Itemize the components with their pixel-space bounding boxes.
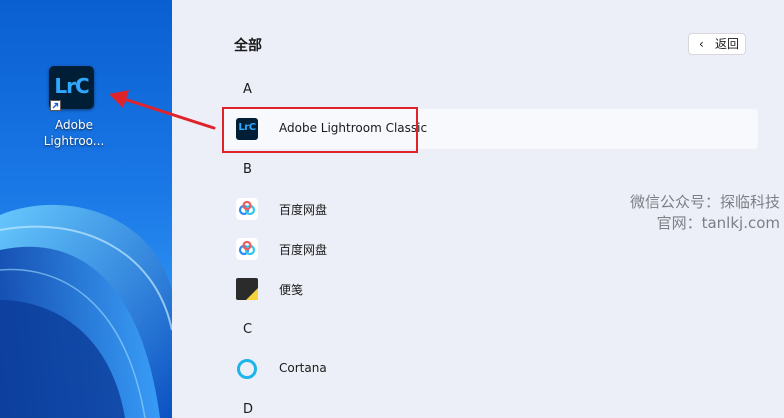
group-letter-c[interactable]: C <box>243 322 252 337</box>
wallpaper-bloom-art <box>0 204 172 418</box>
app-label: 百度网盘 <box>279 243 328 257</box>
app-label: 便笺 <box>279 283 304 297</box>
group-letter-d[interactable]: D <box>243 402 253 417</box>
watermark-line-2: 官网：tanlkj.com <box>656 214 780 232</box>
app-label: 百度网盘 <box>279 203 328 217</box>
lrc-icon-text: LrC <box>54 74 89 98</box>
cortana-icon <box>236 358 258 380</box>
app-item-cortana[interactable]: Cortana <box>222 349 758 389</box>
all-apps-panel: 全部 ‹ 返回 A LrC Adobe Lightroom Classic B <box>172 0 784 418</box>
watermark: 微信公众号：探临科技 官网：tanlkj.com <box>630 192 780 234</box>
desktop-shortcut-lightroom[interactable]: LrC Adobe Lightroo... <box>32 64 116 154</box>
chevron-left-icon: ‹ <box>699 37 704 51</box>
shortcut-arrow-icon <box>50 100 61 111</box>
app-item-sticky-notes[interactable]: 便笺 <box>222 269 758 309</box>
baidu-netdisk-icon <box>236 198 258 220</box>
page-title: 全部 <box>234 38 262 54</box>
group-letter-a[interactable]: A <box>243 82 252 97</box>
app-label: Cortana <box>279 361 327 375</box>
screen: LrC Adobe Lightroo... 全部 ‹ 返回 A LrC Adob… <box>0 0 784 418</box>
back-button-label: 返回 <box>715 37 740 51</box>
sticky-notes-icon <box>236 278 258 300</box>
baidu-netdisk-icon <box>236 238 258 260</box>
annotation-highlight-box <box>222 107 418 153</box>
desktop-shortcut-label: Adobe Lightroo... <box>43 118 105 148</box>
app-item-baidu-netdisk[interactable]: 百度网盘 <box>222 229 758 269</box>
desktop-wallpaper: LrC Adobe Lightroo... <box>0 0 172 418</box>
watermark-line-1: 微信公众号：探临科技 <box>629 193 780 211</box>
back-button[interactable]: ‹ 返回 <box>688 33 746 55</box>
group-letter-b[interactable]: B <box>243 162 252 177</box>
